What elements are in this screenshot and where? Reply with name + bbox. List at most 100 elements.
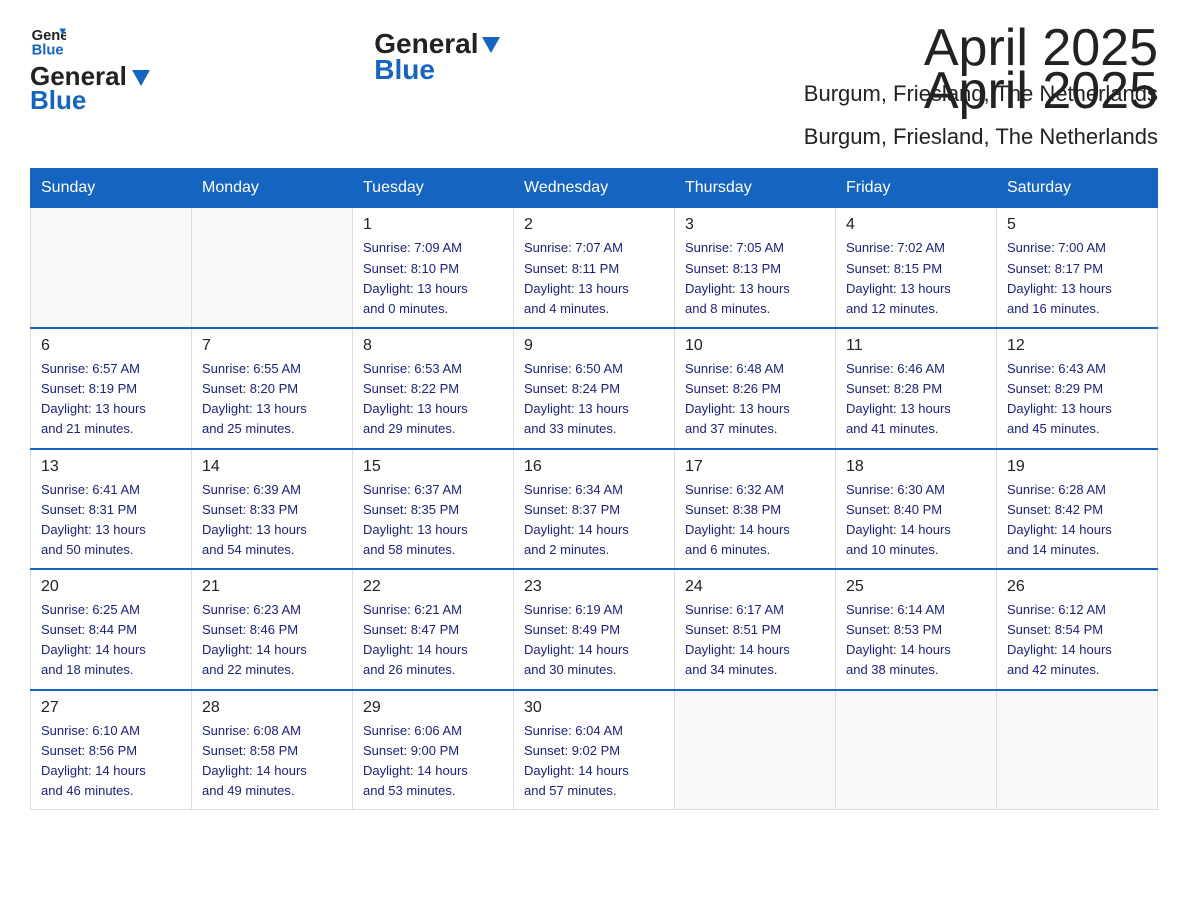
calendar-cell: 24 Sunrise: 6:17 AMSunset: 8:51 PMDayligh… bbox=[675, 569, 836, 690]
day-number: 2 bbox=[524, 216, 664, 234]
day-number: 14 bbox=[202, 458, 342, 476]
calendar-cell: 15Sunrise: 6:37 AMSunset: 8:35 PMDayligh… bbox=[353, 449, 514, 570]
calendar-cell: 21Sunrise: 6:23 AMSunset: 8:46 PMDayligh… bbox=[192, 569, 353, 690]
sun-info: Sunrise: 6:32 AMSunset: 8:38 PMDaylight:… bbox=[685, 480, 825, 561]
sun-info: Sunrise: 7:00 AMSunset: 8:17 PMDaylight:… bbox=[1007, 238, 1147, 319]
calendar-cell bbox=[997, 690, 1158, 810]
calendar-cell: 29Sunrise: 6:06 AMSunset: 9:00 PMDayligh… bbox=[353, 690, 514, 810]
day-number: 24 bbox=[685, 578, 825, 596]
calendar-week-row: 1 Sunrise: 7:09 AMSunset: 8:10 PMDaylight… bbox=[31, 208, 1158, 328]
sun-info: Sunrise: 6:25 AMSunset: 8:44 PMDaylight:… bbox=[41, 600, 181, 681]
calendar-cell bbox=[836, 690, 997, 810]
sun-info: Sunrise: 6:23 AMSunset: 8:46 PMDaylight:… bbox=[202, 600, 342, 681]
weekday-header-sunday: Sunday bbox=[31, 169, 192, 208]
weekday-header-tuesday: Tuesday bbox=[353, 169, 514, 208]
sun-info: Sunrise: 6:46 AMSunset: 8:28 PMDaylight:… bbox=[846, 359, 986, 440]
calendar-cell: 26 Sunrise: 6:12 AMSunset: 8:54 PMDayligh… bbox=[997, 569, 1158, 690]
calendar-cell bbox=[31, 208, 192, 328]
calendar-week-row: 13 Sunrise: 6:41 AMSunset: 8:31 PMDayligh… bbox=[31, 449, 1158, 570]
day-number: 8 bbox=[363, 337, 503, 355]
day-number: 16 bbox=[524, 458, 664, 476]
day-number: 10 bbox=[685, 337, 825, 355]
calendar-cell: 1 Sunrise: 7:09 AMSunset: 8:10 PMDaylight… bbox=[353, 208, 514, 328]
calendar-cell: 12 Sunrise: 6:43 AMSunset: 8:29 PMDayligh… bbox=[997, 328, 1158, 449]
weekday-header-wednesday: Wednesday bbox=[514, 169, 675, 208]
calendar-cell: 22 Sunrise: 6:21 AMSunset: 8:47 PMDayligh… bbox=[353, 569, 514, 690]
day-number: 1 bbox=[363, 216, 503, 234]
calendar-cell: 2 Sunrise: 7:07 AMSunset: 8:11 PMDaylight… bbox=[514, 208, 675, 328]
calendar-cell: 8 Sunrise: 6:53 AMSunset: 8:22 PMDaylight… bbox=[353, 328, 514, 449]
calendar-cell: 9 Sunrise: 6:50 AMSunset: 8:24 PMDaylight… bbox=[514, 328, 675, 449]
sun-info: Sunrise: 6:53 AMSunset: 8:22 PMDaylight:… bbox=[363, 359, 503, 440]
calendar-week-row: 20 Sunrise: 6:25 AMSunset: 8:44 PMDayligh… bbox=[31, 569, 1158, 690]
day-number: 12 bbox=[1007, 337, 1147, 355]
sun-info: Sunrise: 7:05 AMSunset: 8:13 PMDaylight:… bbox=[685, 238, 825, 319]
sun-info: Sunrise: 7:09 AMSunset: 8:10 PMDaylight:… bbox=[363, 238, 503, 319]
calendar-cell: 27 Sunrise: 6:10 AMSunset: 8:56 PMDayligh… bbox=[31, 690, 192, 810]
sun-info: Sunrise: 6:21 AMSunset: 8:47 PMDaylight:… bbox=[363, 600, 503, 681]
sun-info: Sunrise: 6:12 AMSunset: 8:54 PMDaylight:… bbox=[1007, 600, 1147, 681]
day-number: 13 bbox=[41, 458, 181, 476]
sun-info: Sunrise: 6:04 AMSunset: 9:02 PMDaylight:… bbox=[524, 721, 664, 802]
calendar-cell: 3 Sunrise: 7:05 AMSunset: 8:13 PMDaylight… bbox=[675, 208, 836, 328]
day-number: 26 bbox=[1007, 578, 1147, 596]
calendar-week-row: 27 Sunrise: 6:10 AMSunset: 8:56 PMDayligh… bbox=[31, 690, 1158, 810]
day-number: 6 bbox=[41, 337, 181, 355]
weekday-header-saturday: Saturday bbox=[997, 169, 1158, 208]
day-number: 3 bbox=[685, 216, 825, 234]
calendar-cell: 18 Sunrise: 6:30 AMSunset: 8:40 PMDayligh… bbox=[836, 449, 997, 570]
sun-info: Sunrise: 6:39 AMSunset: 8:33 PMDaylight:… bbox=[202, 480, 342, 561]
title-block: April 2025 Burgum, Friesland, The Nether… bbox=[804, 63, 1158, 150]
sun-info: Sunrise: 6:34 AMSunset: 8:37 PMDaylight:… bbox=[524, 480, 664, 561]
day-number: 17 bbox=[685, 458, 825, 476]
sun-info: Sunrise: 6:43 AMSunset: 8:29 PMDaylight:… bbox=[1007, 359, 1147, 440]
calendar-cell: 14 Sunrise: 6:39 AMSunset: 8:33 PMDayligh… bbox=[192, 449, 353, 570]
weekday-header-row: SundayMondayTuesdayWednesdayThursdayFrid… bbox=[31, 169, 1158, 208]
calendar-cell: 13 Sunrise: 6:41 AMSunset: 8:31 PMDayligh… bbox=[31, 449, 192, 570]
location-label: Burgum, Friesland, The Netherlands bbox=[804, 124, 1158, 150]
weekday-header-friday: Friday bbox=[836, 169, 997, 208]
sun-info: Sunrise: 6:10 AMSunset: 8:56 PMDaylight:… bbox=[41, 721, 181, 802]
day-number: 27 bbox=[41, 699, 181, 717]
logo-blue-text: Blue bbox=[30, 87, 150, 113]
sun-info: Sunrise: 6:48 AMSunset: 8:26 PMDaylight:… bbox=[685, 359, 825, 440]
logo: General Blue bbox=[30, 63, 150, 113]
sun-info: Sunrise: 7:07 AMSunset: 8:11 PMDaylight:… bbox=[524, 238, 664, 319]
calendar-cell: 11 Sunrise: 6:46 AMSunset: 8:28 PMDayligh… bbox=[836, 328, 997, 449]
sun-info: Sunrise: 6:30 AMSunset: 8:40 PMDaylight:… bbox=[846, 480, 986, 561]
day-number: 7 bbox=[202, 337, 342, 355]
sun-info: Sunrise: 6:14 AMSunset: 8:53 PMDaylight:… bbox=[846, 600, 986, 681]
day-number: 11 bbox=[846, 337, 986, 355]
generalblue-logo-icon: General Blue bbox=[30, 22, 66, 58]
day-number: 22 bbox=[363, 578, 503, 596]
day-number: 25 bbox=[846, 578, 986, 596]
day-number: 28 bbox=[202, 699, 342, 717]
day-number: 18 bbox=[846, 458, 986, 476]
sun-info: Sunrise: 6:19 AMSunset: 8:49 PMDaylight:… bbox=[524, 600, 664, 681]
calendar-cell: 23Sunrise: 6:19 AMSunset: 8:49 PMDayligh… bbox=[514, 569, 675, 690]
sun-info: Sunrise: 6:41 AMSunset: 8:31 PMDaylight:… bbox=[41, 480, 181, 561]
day-number: 5 bbox=[1007, 216, 1147, 234]
header: General Blue April 2025 Burgum, Frieslan… bbox=[30, 63, 1158, 150]
sun-info: Sunrise: 7:02 AMSunset: 8:15 PMDaylight:… bbox=[846, 238, 986, 319]
day-number: 9 bbox=[524, 337, 664, 355]
calendar-cell: 16 Sunrise: 6:34 AMSunset: 8:37 PMDayligh… bbox=[514, 449, 675, 570]
day-number: 20 bbox=[41, 578, 181, 596]
logo: General Blue bbox=[30, 20, 70, 58]
calendar-cell: 20 Sunrise: 6:25 AMSunset: 8:44 PMDayligh… bbox=[31, 569, 192, 690]
weekday-header-monday: Monday bbox=[192, 169, 353, 208]
month-year-title: April 2025 bbox=[804, 63, 1158, 120]
day-number: 19 bbox=[1007, 458, 1147, 476]
day-number: 4 bbox=[846, 216, 986, 234]
sun-info: Sunrise: 6:06 AMSunset: 9:00 PMDaylight:… bbox=[363, 721, 503, 802]
sun-info: Sunrise: 6:17 AMSunset: 8:51 PMDaylight:… bbox=[685, 600, 825, 681]
sun-info: Sunrise: 6:28 AMSunset: 8:42 PMDaylight:… bbox=[1007, 480, 1147, 561]
calendar-cell: 30Sunrise: 6:04 AMSunset: 9:02 PMDayligh… bbox=[514, 690, 675, 810]
calendar-cell: 19 Sunrise: 6:28 AMSunset: 8:42 PMDayligh… bbox=[997, 449, 1158, 570]
calendar-cell: 17 Sunrise: 6:32 AMSunset: 8:38 PMDayligh… bbox=[675, 449, 836, 570]
sun-info: Sunrise: 6:50 AMSunset: 8:24 PMDaylight:… bbox=[524, 359, 664, 440]
calendar-cell bbox=[192, 208, 353, 328]
day-number: 15 bbox=[363, 458, 503, 476]
calendar-cell: 25 Sunrise: 6:14 AMSunset: 8:53 PMDayligh… bbox=[836, 569, 997, 690]
calendar-week-row: 6Sunrise: 6:57 AMSunset: 8:19 PMDaylight… bbox=[31, 328, 1158, 449]
